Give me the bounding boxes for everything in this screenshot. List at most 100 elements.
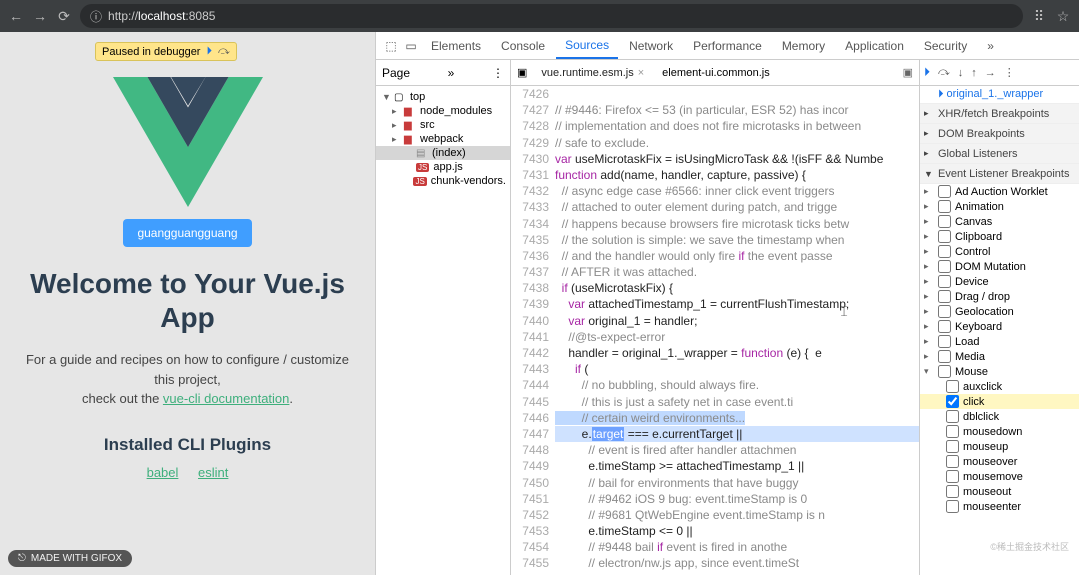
step-icon[interactable]: → xyxy=(985,67,996,79)
tree-file[interactable]: JSchunk-vendors. xyxy=(376,174,510,188)
devtools-more-tabs[interactable]: » xyxy=(978,32,1003,59)
devtools-tab-network[interactable]: Network xyxy=(620,32,682,59)
tree-top[interactable]: ▼▢top xyxy=(376,90,510,104)
event-type-checkbox[interactable] xyxy=(946,425,959,438)
debugger-section[interactable]: ▸Global Listeners xyxy=(920,144,1079,164)
debugger-section[interactable]: ▸DOM Breakpoints xyxy=(920,124,1079,144)
event-category-checkbox[interactable] xyxy=(938,230,951,243)
event-type-checkbox[interactable] xyxy=(946,410,959,423)
plugins-links: babel eslint xyxy=(139,465,237,480)
devtools-tab-memory[interactable]: Memory xyxy=(773,32,834,59)
event-category[interactable]: ▸DOM Mutation xyxy=(920,259,1079,274)
event-category[interactable]: ▸Drag / drop xyxy=(920,289,1079,304)
event-category-checkbox[interactable] xyxy=(938,245,951,258)
resume-icon[interactable]: ⏵ xyxy=(924,65,930,80)
event-type-row[interactable]: mousemove xyxy=(920,469,1079,484)
devtools-tab-console[interactable]: Console xyxy=(492,32,554,59)
event-type-checkbox[interactable] xyxy=(946,440,959,453)
address-bar[interactable]: ⓘ http://localhost:8085 xyxy=(80,4,1023,28)
editor-tab[interactable]: vue.runtime.esm.js× xyxy=(537,67,648,79)
paused-label: Paused in debugger xyxy=(102,46,200,58)
event-category[interactable]: ▸Keyboard xyxy=(920,319,1079,334)
sources-menu-icon[interactable]: ⋮ xyxy=(492,66,504,80)
event-category[interactable]: ▸Canvas xyxy=(920,214,1079,229)
forward-button[interactable]: → xyxy=(32,8,48,24)
event-type-checkbox[interactable] xyxy=(946,500,959,513)
event-category-checkbox[interactable] xyxy=(938,350,951,363)
code-area[interactable]: 7426 7427 7428 7429 7430 7431 7432 7433 … xyxy=(511,86,919,575)
bookmark-icon[interactable]: ☆ xyxy=(1055,8,1071,25)
deactivate-bp-icon[interactable]: ⋮ xyxy=(1004,66,1015,79)
sources-page-tab[interactable]: Page xyxy=(382,66,410,80)
event-category-checkbox[interactable] xyxy=(938,215,951,228)
debugger-section[interactable]: ▸XHR/fetch Breakpoints xyxy=(920,104,1079,124)
devtools: ⬚ ▭ ElementsConsoleSourcesNetworkPerform… xyxy=(375,32,1079,575)
event-type-checkbox[interactable] xyxy=(946,485,959,498)
tree-folder[interactable]: ▸▆src xyxy=(376,118,510,132)
event-category-checkbox[interactable] xyxy=(938,335,951,348)
tree-file[interactable]: ▤(index) xyxy=(376,146,510,160)
file-tree: ▼▢top ▸▆node_modules▸▆src▸▆webpack ▤(ind… xyxy=(376,86,510,192)
event-type-row[interactable]: dblclick xyxy=(920,409,1079,424)
event-type-row[interactable]: auxclick xyxy=(920,379,1079,394)
event-category[interactable]: ▸Animation xyxy=(920,199,1079,214)
event-type-row[interactable]: mouseenter xyxy=(920,499,1079,514)
event-category-checkbox[interactable] xyxy=(938,275,951,288)
code-editor: ▣ vue.runtime.esm.js× element-ui.common.j… xyxy=(511,60,919,575)
devtools-tab-application[interactable]: Application xyxy=(836,32,913,59)
editor-tab[interactable]: element-ui.common.js xyxy=(658,67,774,79)
event-category-checkbox[interactable] xyxy=(938,305,951,318)
event-type-row[interactable]: click xyxy=(920,394,1079,409)
tree-folder[interactable]: ▸▆node_modules xyxy=(376,104,510,118)
event-category[interactable]: ▸Ad Auction Worklet xyxy=(920,184,1079,199)
event-category[interactable]: ▸Geolocation xyxy=(920,304,1079,319)
event-category-checkbox[interactable] xyxy=(938,365,951,378)
event-category-checkbox[interactable] xyxy=(938,185,951,198)
event-category-checkbox[interactable] xyxy=(938,200,951,213)
devtools-tab-elements[interactable]: Elements xyxy=(422,32,490,59)
event-category[interactable]: ▸Load xyxy=(920,334,1079,349)
event-category[interactable]: ▸Clipboard xyxy=(920,229,1079,244)
event-type-row[interactable]: mousedown xyxy=(920,424,1079,439)
devtools-tab-performance[interactable]: Performance xyxy=(684,32,771,59)
link-babel[interactable]: babel xyxy=(147,465,179,480)
resume-button[interactable]: ⏵ xyxy=(206,45,212,58)
event-category[interactable]: ▸Device xyxy=(920,274,1079,289)
event-category[interactable]: ▸Media xyxy=(920,349,1079,364)
event-category-checkbox[interactable] xyxy=(938,260,951,273)
event-category-checkbox[interactable] xyxy=(938,290,951,303)
text-cursor-icon: 𝙸 xyxy=(839,302,849,321)
event-category[interactable]: ▾Mouse xyxy=(920,364,1079,379)
event-type-row[interactable]: mouseover xyxy=(920,454,1079,469)
event-category-checkbox[interactable] xyxy=(938,320,951,333)
devtools-tab-sources[interactable]: Sources xyxy=(556,32,618,59)
event-type-row[interactable]: mouseup xyxy=(920,439,1079,454)
step-out-icon[interactable]: ↑ xyxy=(971,67,977,79)
back-button[interactable]: ← xyxy=(8,8,24,24)
step-over-icon[interactable]: ⤼ xyxy=(938,66,950,79)
debugger-section[interactable]: ▼Event Listener Breakpoints xyxy=(920,164,1079,184)
device-toolbar-icon[interactable]: ▭ xyxy=(402,39,420,53)
event-type-checkbox[interactable] xyxy=(946,470,959,483)
event-type-checkbox[interactable] xyxy=(946,455,959,468)
event-type-checkbox[interactable] xyxy=(946,395,959,408)
step-into-icon[interactable]: ↓ xyxy=(958,67,964,79)
show-navigator-icon[interactable]: ▣ xyxy=(517,66,527,79)
sources-more[interactable]: » xyxy=(448,66,455,80)
event-type-row[interactable]: mouseout xyxy=(920,484,1079,499)
demo-button[interactable]: guangguangguang xyxy=(123,219,251,247)
call-frame[interactable]: ⏵ original_1._wrapper xyxy=(920,86,1079,104)
devtools-tab-security[interactable]: Security xyxy=(915,32,976,59)
reload-button[interactable]: ⟳ xyxy=(56,8,72,25)
editor-more-icon[interactable]: ▣ xyxy=(903,66,913,79)
event-type-checkbox[interactable] xyxy=(946,380,959,393)
step-over-button[interactable]: ⤼ xyxy=(218,45,230,58)
inspect-element-icon[interactable]: ⬚ xyxy=(382,39,400,53)
tree-file[interactable]: JSapp.js xyxy=(376,160,510,174)
translate-icon[interactable]: ⠿ xyxy=(1031,8,1047,25)
link-eslint[interactable]: eslint xyxy=(198,465,228,480)
tree-folder[interactable]: ▸▆webpack xyxy=(376,132,510,146)
close-icon[interactable]: × xyxy=(638,67,644,79)
event-category[interactable]: ▸Control xyxy=(920,244,1079,259)
cli-doc-link[interactable]: vue-cli documentation xyxy=(163,391,289,406)
